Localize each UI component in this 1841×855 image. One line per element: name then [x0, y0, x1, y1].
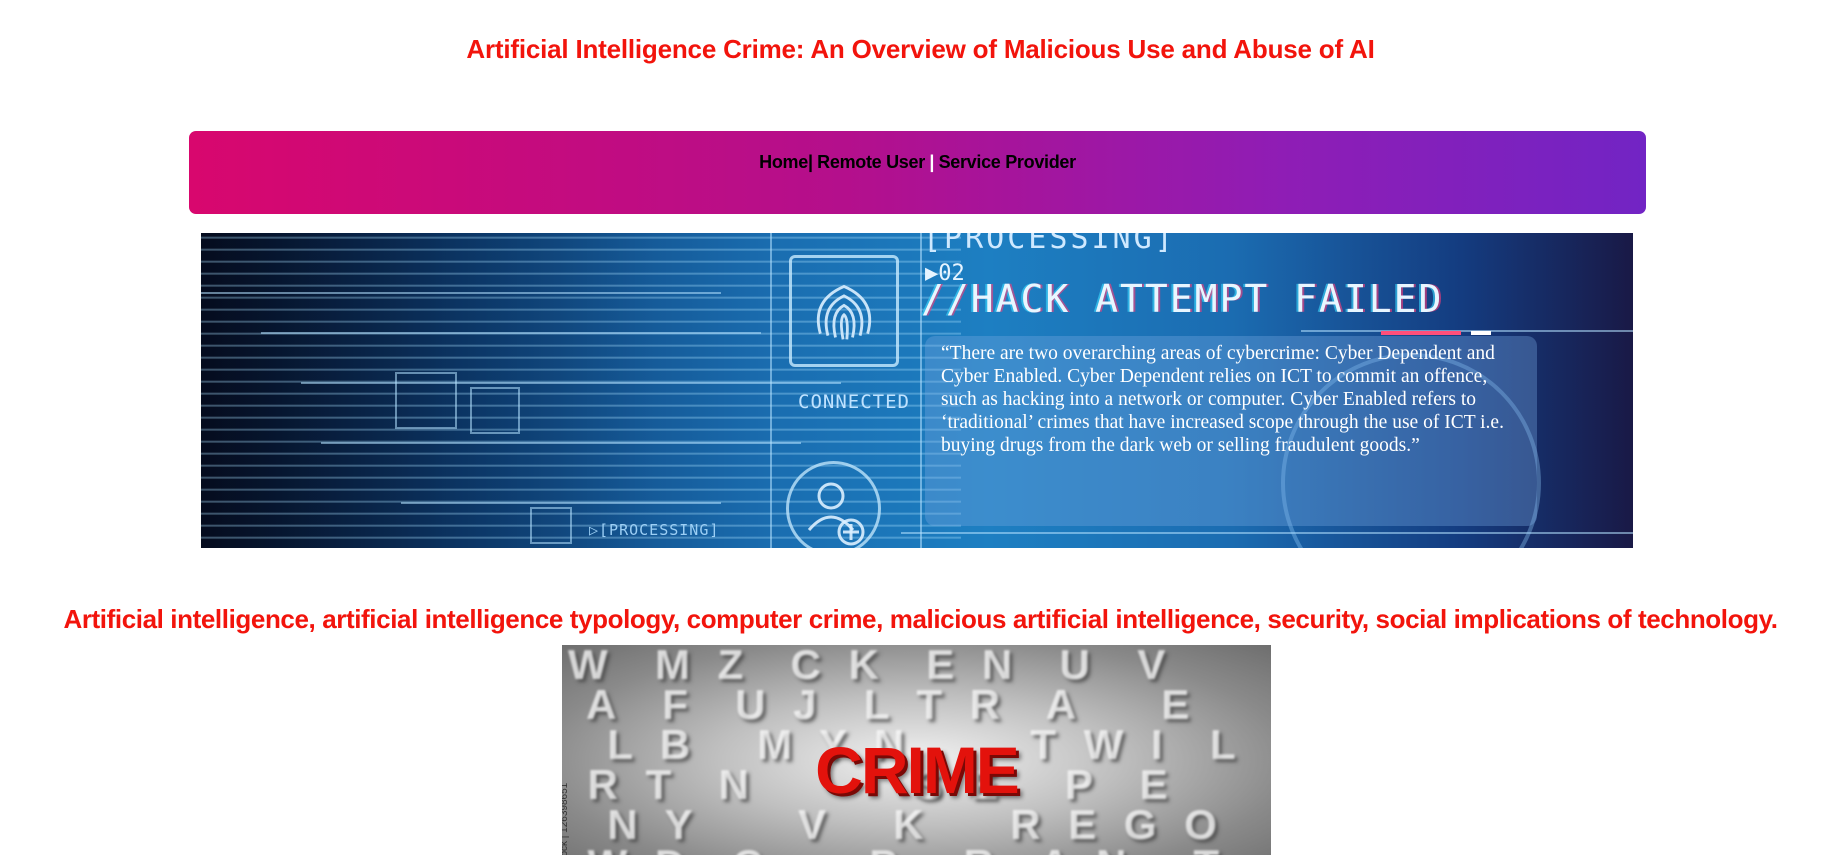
- hero-quote: “There are two overarching areas of cybe…: [925, 336, 1537, 526]
- nav-link-service-provider[interactable]: Service Provider: [939, 152, 1077, 172]
- nav-separator: |: [807, 152, 813, 172]
- crime-word: CRIME: [815, 733, 1020, 807]
- hero-processing-bottom: ▷[PROCESSING]: [589, 521, 720, 539]
- nav-link-remote-user[interactable]: Remote User: [817, 152, 925, 172]
- user-add-icon: [786, 461, 881, 548]
- nav-bar: Home| Remote User | Service Provider: [189, 131, 1646, 214]
- hero-processing-top: [PROCESSING]: [923, 233, 1176, 256]
- hero-connected-label: CONNECTED: [798, 391, 910, 413]
- hero-banner-image: [PROCESSING] ▶02 //HACK ATTEMPT FAILED C…: [201, 233, 1633, 548]
- nav-link-home[interactable]: Home: [759, 152, 808, 172]
- nav-separator: |: [929, 152, 935, 172]
- page-title: Artificial Intelligence Crime: An Overvi…: [466, 34, 1375, 64]
- keywords-heading: Artificial intelligence, artificial inte…: [63, 604, 1778, 634]
- image-credit: iStock | 126398651: [562, 782, 571, 855]
- crime-image: W M Z C K E N U V A F U J L T R A E L B …: [562, 645, 1271, 855]
- fingerprint-icon: [789, 255, 899, 367]
- hero-headline: //HACK ATTEMPT FAILED: [921, 277, 1444, 321]
